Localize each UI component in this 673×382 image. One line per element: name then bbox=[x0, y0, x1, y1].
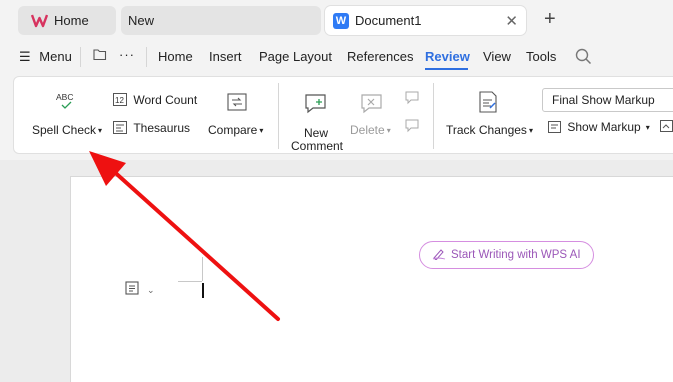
markup-mode-select[interactable]: Final Show Markup bbox=[542, 88, 673, 112]
tab-home[interactable]: Home bbox=[18, 6, 116, 35]
hamburger-icon: ☰ bbox=[19, 49, 31, 64]
menu-button[interactable]: ☰ Menu bbox=[19, 49, 72, 65]
menu-label: Menu bbox=[39, 49, 72, 64]
reviewing-pane-icon[interactable] bbox=[660, 120, 673, 135]
word-count-label: Word Count bbox=[133, 93, 198, 107]
divider bbox=[80, 47, 81, 67]
delete-comment-icon[interactable] bbox=[360, 93, 384, 118]
previous-comment-icon[interactable] bbox=[405, 91, 419, 108]
tab-bar: Home New W Document1 ✕ + bbox=[0, 0, 673, 42]
track-changes-label: Track Changes bbox=[446, 123, 527, 137]
tab-document1-label: Document1 bbox=[355, 13, 422, 28]
spell-check-button[interactable]: Spell Check ▾ bbox=[32, 123, 102, 137]
review-ribbon: ABC Spell Check ▾ 12 Word Count Thesaurus… bbox=[13, 76, 673, 154]
chevron-down-icon: ▾ bbox=[259, 126, 264, 135]
chevron-down-icon: ▾ bbox=[386, 126, 391, 135]
delete-label: Delete bbox=[350, 123, 385, 137]
chevron-down-icon: ▾ bbox=[645, 123, 650, 132]
compare-label: Compare bbox=[208, 123, 258, 137]
thesaurus-label: Thesaurus bbox=[133, 121, 191, 135]
wps-ai-label: Start Writing with WPS AI bbox=[451, 249, 581, 261]
thesaurus-icon bbox=[113, 121, 127, 137]
compare-button[interactable]: Compare ▾ bbox=[208, 123, 263, 137]
svg-text:ABC: ABC bbox=[56, 92, 73, 102]
chevron-down-icon: ▾ bbox=[98, 126, 103, 135]
delete-button[interactable]: Delete ▾ bbox=[350, 123, 391, 137]
spell-check-label: Spell Check bbox=[32, 123, 97, 137]
menu-page-layout[interactable]: Page Layout bbox=[259, 49, 332, 64]
menu-references[interactable]: References bbox=[347, 49, 413, 64]
show-markup-button[interactable]: Show Markup ▾ bbox=[548, 120, 650, 136]
menu-view[interactable]: View bbox=[483, 49, 511, 64]
menu-home[interactable]: Home bbox=[158, 49, 193, 64]
show-markup-icon bbox=[548, 121, 561, 136]
more-icon[interactable]: ··· bbox=[119, 47, 135, 62]
menu-tools[interactable]: Tools bbox=[526, 49, 556, 64]
tab-home-label: Home bbox=[54, 13, 89, 28]
pen-icon bbox=[432, 248, 446, 263]
word-count-button[interactable]: 12 Word Count bbox=[113, 93, 197, 109]
show-markup-label: Show Markup bbox=[567, 120, 641, 134]
track-changes-button[interactable]: Track Changes ▾ bbox=[446, 123, 533, 137]
divider bbox=[433, 83, 434, 149]
word-count-icon: 12 bbox=[113, 93, 127, 109]
wps-logo-icon bbox=[31, 12, 48, 29]
tab-new[interactable]: New bbox=[121, 6, 321, 35]
text-cursor bbox=[202, 283, 204, 298]
wps-ai-button[interactable]: Start Writing with WPS AI bbox=[419, 241, 594, 269]
spell-check-icon[interactable]: ABC bbox=[56, 91, 78, 116]
search-icon[interactable] bbox=[575, 48, 592, 68]
margin-corner-mark bbox=[202, 257, 203, 281]
svg-text:12: 12 bbox=[115, 96, 124, 105]
open-folder-icon[interactable] bbox=[93, 48, 107, 64]
writer-doc-icon: W bbox=[333, 12, 349, 29]
divider bbox=[146, 47, 147, 67]
add-tab-icon[interactable]: + bbox=[544, 9, 556, 29]
chevron-down-icon[interactable]: ⌄ bbox=[147, 285, 155, 296]
new-comment-label-2[interactable]: Comment bbox=[291, 139, 343, 153]
menu-row: ☰ Menu ··· Home Insert Page Layout Refer… bbox=[0, 42, 673, 72]
thesaurus-button[interactable]: Thesaurus bbox=[113, 121, 190, 137]
compare-icon[interactable] bbox=[227, 93, 247, 116]
divider bbox=[278, 83, 279, 149]
tab-document1[interactable]: W Document1 ✕ bbox=[325, 6, 526, 35]
margin-corner-mark bbox=[178, 281, 202, 282]
menu-review[interactable]: Review bbox=[425, 49, 470, 64]
tab-new-label: New bbox=[128, 13, 155, 28]
paragraph-icon bbox=[124, 280, 140, 301]
next-comment-icon[interactable] bbox=[405, 119, 419, 136]
active-tab-indicator bbox=[425, 68, 468, 70]
close-tab-icon[interactable]: ✕ bbox=[505, 12, 518, 30]
menu-insert[interactable]: Insert bbox=[209, 49, 242, 64]
paragraph-handle[interactable]: ⌄ bbox=[124, 279, 162, 301]
new-comment-icon[interactable] bbox=[304, 93, 328, 118]
chevron-down-icon: ▾ bbox=[528, 126, 533, 135]
track-changes-icon[interactable] bbox=[478, 91, 498, 116]
new-comment-label-1[interactable]: New bbox=[304, 126, 328, 140]
